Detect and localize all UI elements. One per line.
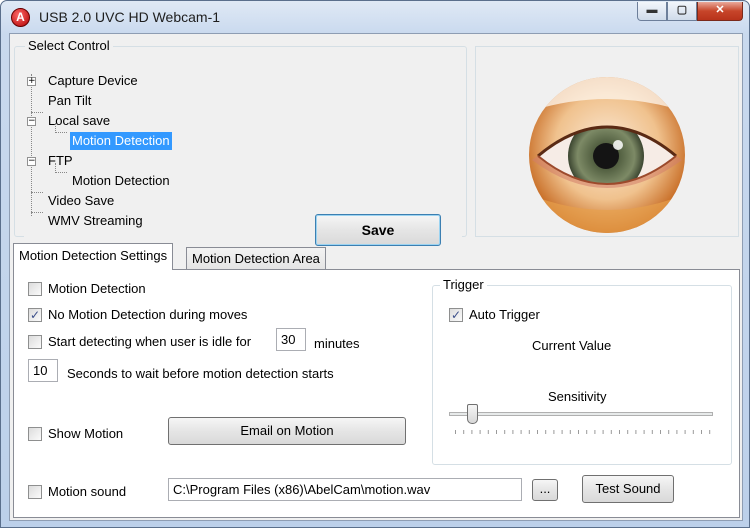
caption-buttons: ▬ ▢ ✕ bbox=[637, 2, 743, 21]
email-on-motion-button[interactable]: Email on Motion bbox=[168, 417, 406, 445]
motion-detection-checkbox[interactable] bbox=[28, 282, 42, 296]
idle-start-checkbox[interactable] bbox=[28, 335, 42, 349]
trigger-group: Trigger ✓ Auto Trigger Current Value Sen… bbox=[432, 277, 732, 465]
motion-sound-path-input[interactable]: C:\Program Files (x86)\AbelCam\motion.wa… bbox=[168, 478, 522, 501]
tree-item-local-motion-detection[interactable]: Motion Detection bbox=[70, 132, 172, 150]
no-motion-during-moves-label: No Motion Detection during moves bbox=[48, 307, 248, 322]
sensitivity-slider-thumb[interactable] bbox=[467, 404, 478, 424]
browse-button[interactable]: ... bbox=[532, 479, 558, 501]
save-button[interactable]: Save bbox=[315, 214, 441, 246]
close-button[interactable]: ✕ bbox=[697, 2, 743, 21]
tree-item-capture-device[interactable]: Capture Device bbox=[46, 72, 140, 90]
title-bar[interactable]: A USB 2.0 UVC HD Webcam-1 ▬ ▢ ✕ bbox=[1, 1, 749, 33]
auto-trigger-checkbox[interactable]: ✓ bbox=[449, 308, 463, 322]
collapse-icon[interactable]: − bbox=[27, 157, 36, 166]
sensitivity-slider-track[interactable] bbox=[449, 412, 713, 416]
abelcam-icon[interactable]: A bbox=[11, 8, 30, 27]
tab-motion-detection-settings[interactable]: Motion Detection Settings bbox=[13, 243, 174, 270]
auto-trigger-label: Auto Trigger bbox=[469, 307, 540, 322]
app-window: A USB 2.0 UVC HD Webcam-1 ▬ ▢ ✕ Select C… bbox=[0, 0, 750, 528]
tree-item-ftp[interactable]: FTP bbox=[46, 152, 75, 170]
tree-line bbox=[31, 74, 32, 216]
wait-seconds-input[interactable]: 10 bbox=[28, 359, 58, 382]
motion-detection-label: Motion Detection bbox=[48, 281, 146, 296]
window-title: USB 2.0 UVC HD Webcam-1 bbox=[39, 9, 221, 25]
sensitivity-label: Sensitivity bbox=[548, 389, 607, 404]
idle-minutes-input[interactable]: 30 bbox=[276, 328, 306, 351]
expand-icon[interactable]: + bbox=[27, 77, 36, 86]
tree-item-pan-tilt[interactable]: Pan Tilt bbox=[46, 92, 93, 110]
idle-minutes-unit: minutes bbox=[314, 336, 360, 351]
motion-sound-label: Motion sound bbox=[48, 484, 127, 499]
maximize-button[interactable]: ▢ bbox=[667, 2, 697, 21]
tree-item-ftp-motion-detection[interactable]: Motion Detection bbox=[70, 172, 172, 190]
tree-item-video-save[interactable]: Video Save bbox=[46, 192, 116, 210]
tree-item-wmv-streaming[interactable]: WMV Streaming bbox=[46, 212, 145, 230]
client-area: Select Control + Capture Device Pan Tilt… bbox=[9, 33, 743, 521]
show-motion-checkbox[interactable] bbox=[28, 427, 42, 441]
minimize-button[interactable]: ▬ bbox=[637, 2, 667, 21]
eye-icon bbox=[529, 77, 685, 233]
collapse-icon[interactable]: − bbox=[27, 117, 36, 126]
select-control-group: Select Control + Capture Device Pan Tilt… bbox=[14, 38, 467, 247]
idle-start-label: Start detecting when user is idle for bbox=[48, 334, 252, 349]
tree-line bbox=[31, 192, 43, 193]
no-motion-during-moves-checkbox[interactable]: ✓ bbox=[28, 308, 42, 322]
motion-sound-checkbox[interactable] bbox=[28, 485, 42, 499]
motion-detection-settings-page: Motion Detection ✓ No Motion Detection d… bbox=[13, 269, 740, 518]
test-sound-button[interactable]: Test Sound bbox=[582, 475, 674, 503]
tree-line bbox=[31, 112, 43, 113]
tree-line bbox=[55, 132, 67, 133]
trigger-group-label: Trigger bbox=[440, 277, 487, 292]
current-value-label: Current Value bbox=[532, 338, 612, 353]
select-control-label: Select Control bbox=[25, 38, 113, 53]
wait-seconds-label: Seconds to wait before motion detection … bbox=[67, 366, 334, 381]
slider-ticks bbox=[455, 430, 711, 434]
tab-motion-detection-area[interactable]: Motion Detection Area bbox=[186, 247, 326, 271]
tree-item-local-save[interactable]: Local save bbox=[46, 112, 112, 130]
show-motion-label: Show Motion bbox=[48, 426, 124, 441]
preview-panel bbox=[475, 46, 739, 237]
tree-line bbox=[31, 212, 43, 213]
tree-line bbox=[55, 172, 67, 173]
